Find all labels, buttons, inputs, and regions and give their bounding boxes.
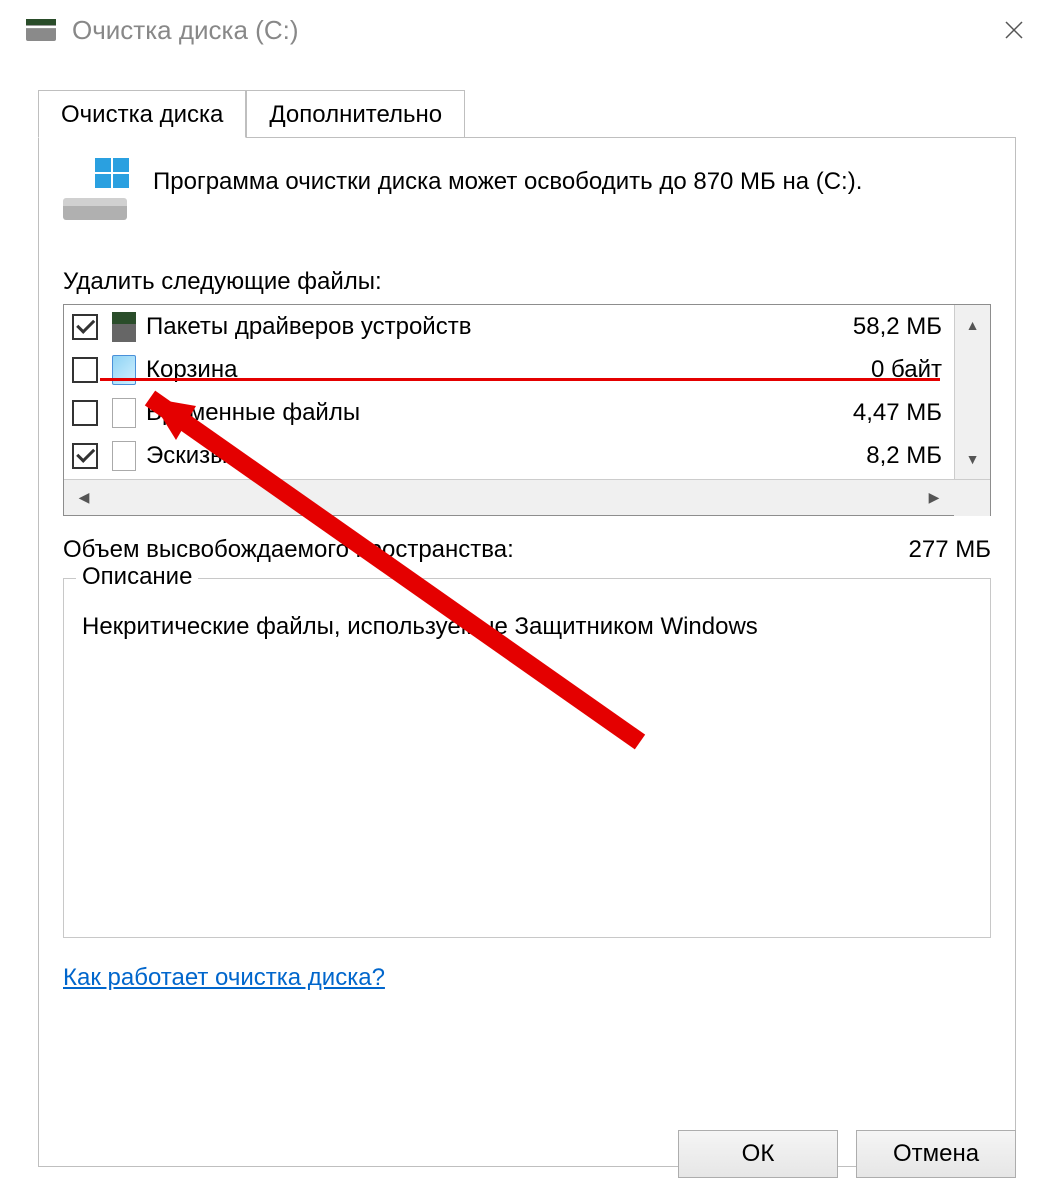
cleanup-panel: Программа очистки диска может освободить… [38,137,1016,1167]
file-icon [112,398,136,428]
file-list-item[interactable]: Пакеты драйверов устройств58,2 МБ [64,305,954,348]
tab-cleanup[interactable]: Очистка диска [38,90,246,138]
summary-row: Объем высвобождаемого пространства: 277 … [63,536,991,564]
file-size: 4,47 МБ [816,399,946,427]
cancel-button[interactable]: Отмена [856,1130,1016,1178]
scroll-down-icon[interactable]: ▼ [955,439,990,479]
drive-icon [63,164,127,220]
dialog-button-bar: ОК Отмена [678,1114,1054,1200]
close-button[interactable] [984,0,1044,60]
scroll-right-icon[interactable]: ▶ [914,489,954,506]
file-size: 58,2 МБ [816,313,946,341]
scroll-left-icon[interactable]: ◀ [64,489,104,506]
scroll-up-icon[interactable]: ▲ [955,305,990,345]
description-text: Некритические файлы, используемые Защитн… [82,613,972,641]
files-to-delete-label: Удалить следующие файлы: [63,268,991,296]
vertical-scrollbar[interactable]: ▲ ▼ [954,305,990,479]
file-checkbox[interactable] [72,314,98,340]
file-name: Временные файлы [146,399,816,427]
ok-button[interactable]: ОК [678,1130,838,1178]
file-checkbox[interactable] [72,357,98,383]
info-row: Программа очистки диска может освободить… [63,164,991,220]
disk-cleanup-window: Очистка диска (C:) Очистка диска Дополни… [0,0,1054,1200]
close-icon [1004,20,1024,40]
file-name: Корзина [146,356,816,384]
info-text: Программа очистки диска может освободить… [153,164,862,198]
file-list-item[interactable]: Эскизы8,2 МБ [64,434,954,477]
bin-icon [112,355,136,385]
file-name: Эскизы [146,442,816,470]
file-icon [112,441,136,471]
file-list-item[interactable]: Корзина0 байт [64,348,954,391]
window-title: Очистка диска (C:) [72,15,984,46]
disk-cleanup-icon [26,15,56,45]
file-list-item[interactable]: Временные файлы4,47 МБ [64,391,954,434]
tab-bar: Очистка диска Дополнительно [38,90,1016,137]
file-checkbox[interactable] [72,443,98,469]
file-size: 0 байт [816,356,946,384]
summary-value: 277 МБ [909,536,991,564]
file-name: Пакеты драйверов устройств [146,313,816,341]
tab-advanced[interactable]: Дополнительно [246,90,465,138]
titlebar: Очистка диска (C:) [0,0,1054,60]
content-area: Очистка диска Дополнительно Программа оч… [0,60,1054,1167]
drive-icon [112,312,136,342]
file-checkbox[interactable] [72,400,98,426]
help-link[interactable]: Как работает очистка диска? [63,964,385,992]
horizontal-scrollbar[interactable]: ◀ ▶ [64,479,990,515]
file-size: 8,2 МБ [816,442,946,470]
summary-label: Объем высвобождаемого пространства: [63,536,514,564]
file-list: Пакеты драйверов устройств58,2 МБКорзина… [63,304,991,516]
description-legend: Описание [76,563,198,591]
description-group: Описание Некритические файлы, используем… [63,578,991,938]
